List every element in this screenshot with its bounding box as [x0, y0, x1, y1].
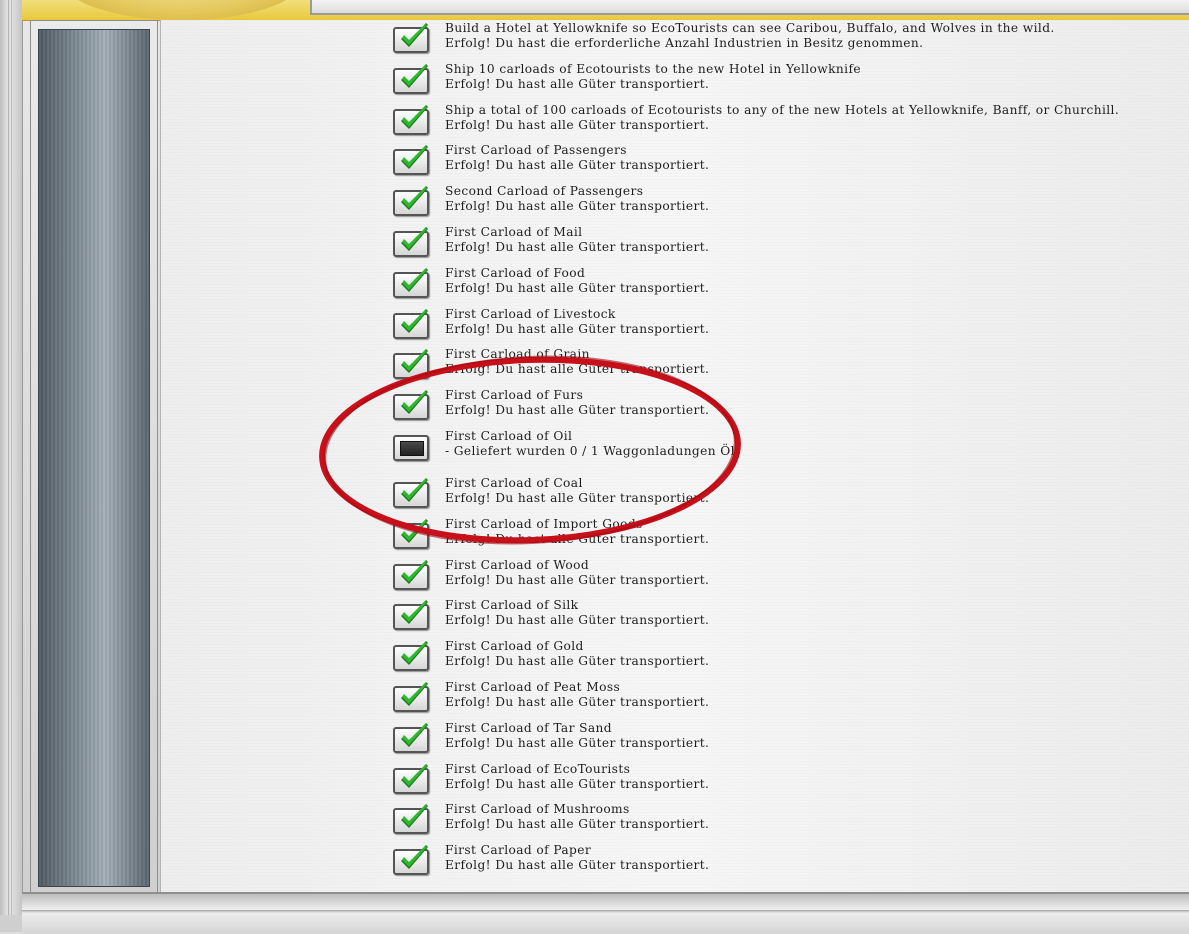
green-checkmark-icon [393, 390, 429, 421]
goal-title: First Carload of Passengers [445, 143, 627, 158]
green-checkmark-icon [393, 226, 429, 257]
goal-status: Erfolg! Du hast alle Güter transportiert… [445, 199, 710, 214]
goal-title: First Carload of Furs [445, 388, 584, 403]
goal-title: First Carload of Oil [445, 428, 573, 443]
green-checkmark-icon [393, 308, 429, 339]
goal-status: Erfolg! Du hast alle Güter transportiert… [445, 321, 710, 336]
goal-title: First Carload of Mushrooms [445, 802, 630, 817]
goal-title: First Carload of Livestock [445, 306, 616, 321]
side-panel-frame [30, 20, 158, 898]
goal-title: First Carload of Grain [445, 347, 590, 362]
goal-title: Second Carload of Passengers [445, 184, 644, 199]
goal-title: First Carload of Peat Moss [445, 679, 621, 694]
goal-item: First Carload of Mail Erfolg! Du hast all… [393, 225, 1173, 266]
goal-title: First Carload of Import Goods [445, 516, 643, 531]
green-checkmark-icon [393, 518, 429, 549]
green-checkmark-icon [393, 63, 429, 94]
goal-title: First Carload of Mail [445, 224, 583, 239]
green-checkmark-icon [393, 600, 429, 631]
goal-title: First Carload of Tar Sand [445, 720, 612, 735]
green-checkmark-icon [393, 845, 429, 876]
goal-title: First Carload of Paper [445, 843, 592, 858]
goal-status: Erfolg! Du hast alle Güter transportiert… [445, 776, 710, 791]
green-checkmark-icon [393, 186, 429, 217]
side-panel-metal [38, 29, 150, 887]
page-title-bar [310, 0, 1189, 15]
goal-item: First Carload of Livestock Erfolg! Du has… [393, 307, 1173, 348]
goal-item: First Carload of Grain Erfolg! Du hast al… [393, 347, 1173, 388]
goal-status: Erfolg! Du hast alle Güter transportiert… [445, 239, 710, 254]
goal-item: First Carload of Peat Moss Erfolg! Du has… [393, 680, 1173, 721]
goal-status: Erfolg! Du hast alle Güter transportiert… [445, 694, 710, 709]
green-checkmark-icon [393, 641, 429, 672]
green-checkmark-icon [393, 477, 429, 508]
goal-status: Erfolg! Du hast alle Güter transportiert… [445, 362, 710, 377]
goal-item: First Carload of Wood Erfolg! Du hast all… [393, 558, 1173, 599]
goal-title: First Carload of Food [445, 265, 586, 280]
goal-item: First Carload of Coal Erfolg! Du hast all… [393, 476, 1173, 517]
goal-item: First Carload of Silk Erfolg! Du hast all… [393, 598, 1173, 639]
goal-title: First Carload of EcoTourists [445, 761, 631, 776]
goal-title: First Carload of Coal [445, 475, 583, 490]
goal-title: First Carload of Silk [445, 598, 579, 613]
green-checkmark-icon [393, 681, 429, 712]
green-checkmark-icon [393, 722, 429, 753]
goal-title: First Carload of Wood [445, 557, 590, 572]
goal-item: First Carload of Gold Erfolg! Du hast all… [393, 639, 1173, 680]
goal-title: Ship a total of 100 carloads of Ecotouri… [445, 102, 1120, 117]
green-checkmark-icon [393, 804, 429, 835]
goal-status: Erfolg! Du hast alle Güter transportiert… [445, 613, 710, 628]
green-checkmark-icon [393, 559, 429, 590]
green-checkmark-icon [393, 104, 429, 135]
green-checkmark-icon [393, 267, 429, 298]
goal-status: Erfolg! Du hast alle Güter transportiert… [445, 117, 710, 132]
goal-item: Ship 10 carloads of Ecotourists to the n… [393, 62, 1173, 103]
goal-status: Erfolg! Du hast alle Güter transportiert… [445, 531, 710, 546]
goal-item: First Carload of EcoTourists Erfolg! Du h… [393, 762, 1173, 803]
goal-item: First Carload of Food Erfolg! Du hast all… [393, 266, 1173, 307]
green-checkmark-icon [393, 23, 429, 53]
game-window: Build a Hotel at Yellowknife so EcoTouri… [0, 0, 1189, 934]
goal-status: Erfolg! Du hast die erforderliche Anzahl… [445, 36, 924, 50]
goal-item: First Carload of Mushrooms Erfolg! Du has… [393, 802, 1173, 843]
goal-status: Erfolg! Du hast alle Güter transportiert… [445, 817, 710, 832]
goal-item: First Carload of Paper Erfolg! Du hast al… [393, 843, 1173, 884]
green-checkmark-icon [393, 145, 429, 176]
window-left-rail [0, 0, 23, 915]
goal-item: Second Carload of Passengers Erfolg! Du h… [393, 184, 1173, 225]
goal-item: Ship a total of 100 carloads of Ecotouri… [393, 103, 1173, 144]
goal-status: Erfolg! Du hast alle Güter transportiert… [445, 403, 710, 418]
goal-status: - Geliefert wurden 0 / 1 Waggonladungen … [445, 443, 735, 458]
goal-list: Build a Hotel at Yellowknife so EcoTouri… [393, 21, 1173, 884]
goal-item: First Carload of Import Goods Erfolg! Du … [393, 517, 1173, 558]
goal-status: Erfolg! Du hast alle Güter transportiert… [445, 280, 710, 295]
goal-status: Erfolg! Du hast alle Güter transportiert… [445, 76, 710, 91]
goal-status: Erfolg! Du hast alle Güter transportiert… [445, 158, 710, 173]
goal-title: Build a Hotel at Yellowknife so EcoTouri… [445, 21, 1055, 35]
goal-title: Ship 10 carloads of Ecotourists to the n… [445, 61, 861, 76]
goal-item: First Carload of Passengers Erfolg! Du ha… [393, 143, 1173, 184]
goal-item: First Carload of Oil - Geliefert wurden 0… [393, 429, 1173, 476]
goal-status: Erfolg! Du hast alle Güter transportiert… [445, 858, 710, 873]
bottom-frame-bar [22, 892, 1189, 934]
goal-item: First Carload of Tar Sand Erfolg! Du hast… [393, 721, 1173, 762]
goal-item: First Carload of Furs Erfolg! Du hast all… [393, 388, 1173, 429]
green-checkmark-icon [393, 763, 429, 794]
goal-status: Erfolg! Du hast alle Güter transportiert… [445, 654, 710, 669]
empty-checkbox-icon [393, 434, 429, 461]
goal-status: Erfolg! Du hast alle Güter transportiert… [445, 572, 710, 587]
green-checkmark-icon [393, 349, 429, 380]
goal-status: Erfolg! Du hast alle Güter transportiert… [445, 735, 710, 750]
medal-emblem [62, 0, 302, 20]
goal-title: First Carload of Gold [445, 639, 584, 654]
goal-status: Erfolg! Du hast alle Güter transportiert… [445, 490, 710, 505]
goal-item: Build a Hotel at Yellowknife so EcoTouri… [393, 21, 1173, 62]
